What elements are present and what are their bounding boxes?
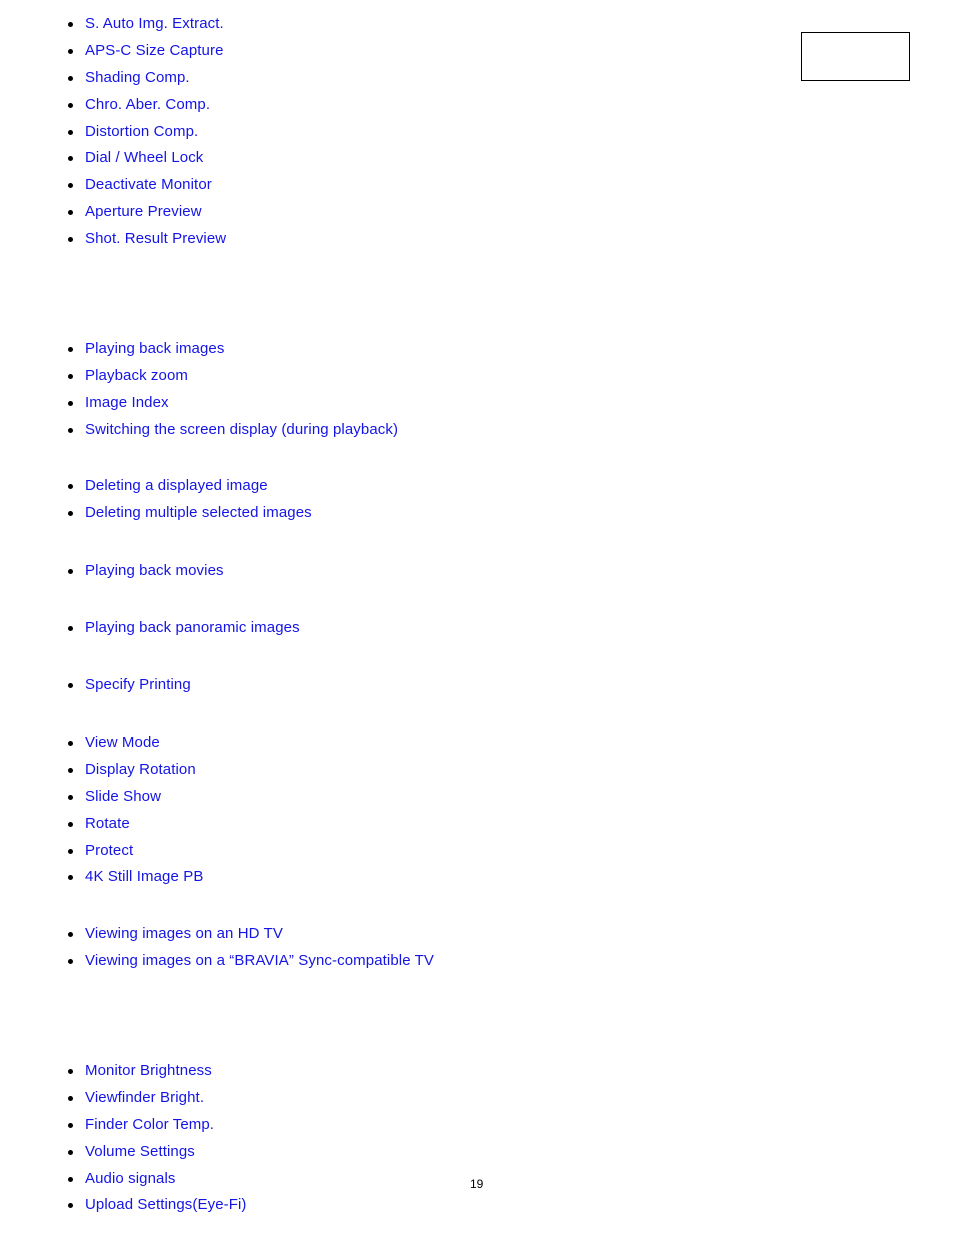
bullet-icon <box>68 767 73 773</box>
bullet-icon <box>68 1176 73 1182</box>
link-playback-zoom[interactable]: Playback zoom <box>85 366 188 386</box>
bullet-icon <box>68 626 73 631</box>
bullet-icon <box>68 821 73 827</box>
link-s-auto-img-extract[interactable]: S. Auto Img. Extract. <box>85 14 224 34</box>
link-distortion-comp[interactable]: Distortion Comp. <box>85 122 198 142</box>
bullet-icon <box>68 347 73 352</box>
bullet-icon <box>68 237 73 243</box>
bullet-icon <box>68 958 73 964</box>
bullet-icon <box>68 22 73 27</box>
bullet-icon <box>68 1203 73 1209</box>
link-viewfinder-bright[interactable]: Viewfinder Bright. <box>85 1088 204 1108</box>
link-upload-settings-eye-fi[interactable]: Upload Settings(Eye-Fi) <box>85 1195 247 1215</box>
link-specify-printing[interactable]: Specify Printing <box>85 675 191 695</box>
link-4k-still-image-pb[interactable]: 4K Still Image PB <box>85 867 203 887</box>
bullet-icon <box>68 129 73 135</box>
bullet-icon <box>68 102 73 108</box>
link-volume-settings[interactable]: Volume Settings <box>85 1142 195 1162</box>
link-monitor-brightness[interactable]: Monitor Brightness <box>85 1061 212 1081</box>
link-finder-color-temp[interactable]: Finder Color Temp. <box>85 1115 214 1135</box>
link-image-index[interactable]: Image Index <box>85 393 169 413</box>
bullet-icon <box>68 875 73 881</box>
link-viewing-images-bravia[interactable]: Viewing images on a “BRAVIA” Sync-compat… <box>85 951 434 971</box>
bullet-icon <box>68 48 73 54</box>
link-display-rotation[interactable]: Display Rotation <box>85 760 196 780</box>
link-viewing-images-hd-tv[interactable]: Viewing images on an HD TV <box>85 924 283 944</box>
link-deleting-displayed-image[interactable]: Deleting a displayed image <box>85 476 268 496</box>
link-switching-screen-display[interactable]: Switching the screen display (during pla… <box>85 420 398 440</box>
link-shading-comp[interactable]: Shading Comp. <box>85 68 190 88</box>
link-chro-aber-comp[interactable]: Chro. Aber. Comp. <box>85 95 210 115</box>
bullet-icon <box>68 1122 73 1128</box>
link-view-mode[interactable]: View Mode <box>85 733 160 753</box>
bullet-icon <box>68 848 73 854</box>
link-playing-back-panoramic[interactable]: Playing back panoramic images <box>85 618 300 638</box>
link-audio-signals[interactable]: Audio signals <box>85 1169 176 1189</box>
bullet-icon <box>68 75 73 81</box>
link-deleting-multiple-images[interactable]: Deleting multiple selected images <box>85 503 312 523</box>
bullet-icon <box>68 484 73 489</box>
link-protect[interactable]: Protect <box>85 841 133 861</box>
link-playing-back-movies[interactable]: Playing back movies <box>85 561 224 581</box>
link-playing-back-images[interactable]: Playing back images <box>85 339 224 359</box>
link-deactivate-monitor[interactable]: Deactivate Monitor <box>85 175 212 195</box>
bullet-icon <box>68 1149 73 1155</box>
bullet-icon <box>68 510 73 516</box>
link-aps-c-size-capture[interactable]: APS-C Size Capture <box>85 41 224 61</box>
bullet-icon <box>68 156 73 162</box>
bullet-icon <box>68 1069 73 1074</box>
bullet-icon <box>68 373 73 379</box>
bullet-icon <box>68 741 73 746</box>
link-shot-result-preview[interactable]: Shot. Result Preview <box>85 229 226 249</box>
empty-frame-box <box>801 32 910 81</box>
bullet-icon <box>68 569 73 574</box>
bullet-icon <box>68 794 73 800</box>
link-dial-wheel-lock[interactable]: Dial / Wheel Lock <box>85 148 203 168</box>
link-rotate[interactable]: Rotate <box>85 814 130 834</box>
bullet-icon <box>68 932 73 937</box>
bullet-icon <box>68 400 73 406</box>
bullet-icon <box>68 183 73 189</box>
bullet-icon <box>68 210 73 216</box>
bullet-icon <box>68 1095 73 1101</box>
bullet-icon <box>68 427 73 433</box>
link-slide-show[interactable]: Slide Show <box>85 787 161 807</box>
link-aperture-preview[interactable]: Aperture Preview <box>85 202 202 222</box>
page-number: 19 <box>470 1177 484 1191</box>
bullet-icon <box>68 683 73 688</box>
